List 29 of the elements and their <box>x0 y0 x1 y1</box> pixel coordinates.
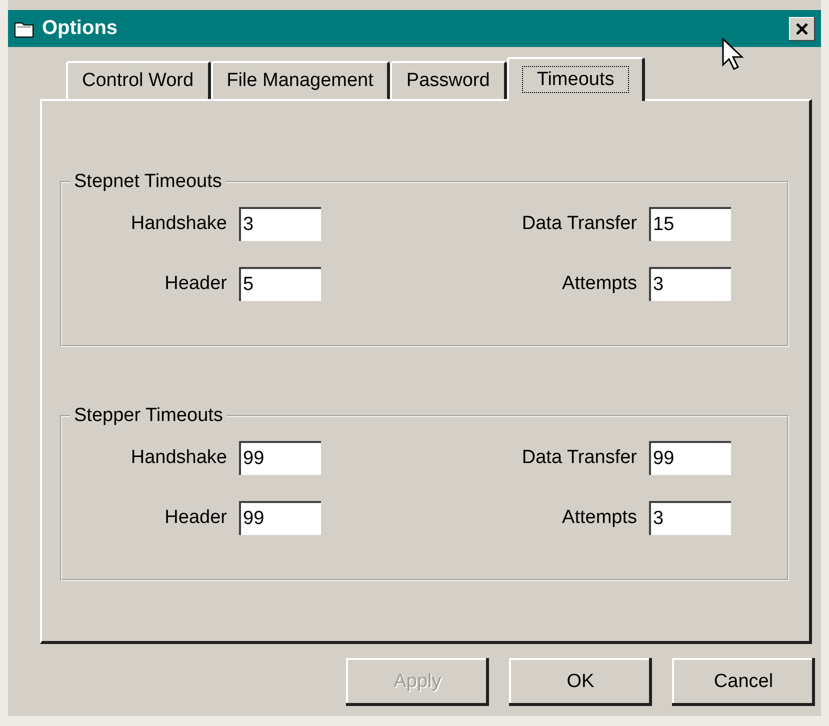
dialog-button[interactable]: OK <box>509 658 652 706</box>
folder-icon <box>14 20 34 38</box>
input-field[interactable]: 3 <box>649 501 731 535</box>
field-label: Attempts <box>561 273 637 295</box>
field-label: Handshake <box>130 447 227 469</box>
input-field[interactable]: 15 <box>649 207 731 241</box>
input-field[interactable]: 5 <box>239 267 321 301</box>
group-title: Stepper Timeouts <box>73 405 224 427</box>
input-field[interactable]: 3 <box>239 207 321 241</box>
input-field[interactable]: 99 <box>239 441 321 475</box>
field-label: Header <box>164 273 227 295</box>
tab[interactable]: Password <box>390 61 507 99</box>
window-title: Options <box>42 17 119 40</box>
input-field[interactable]: 3 <box>649 267 731 301</box>
tab[interactable]: Timeouts <box>506 57 646 101</box>
tab[interactable]: File Management <box>210 61 390 99</box>
tab[interactable]: Control Word <box>66 61 211 99</box>
close-icon <box>796 22 808 34</box>
dialog-button[interactable]: Cancel <box>672 658 815 706</box>
cursor-icon <box>722 38 744 70</box>
input-field[interactable]: 99 <box>649 441 731 475</box>
field-label: Data Transfer <box>520 447 637 469</box>
input-field[interactable]: 99 <box>239 501 321 535</box>
field-label: Data Transfer <box>520 213 637 235</box>
field-label: Attempts <box>561 507 637 529</box>
group-title: Stepnet Timeouts <box>73 171 223 193</box>
field-label: Handshake <box>130 213 227 235</box>
close-button[interactable] <box>789 16 815 40</box>
field-label: Header <box>164 507 227 529</box>
